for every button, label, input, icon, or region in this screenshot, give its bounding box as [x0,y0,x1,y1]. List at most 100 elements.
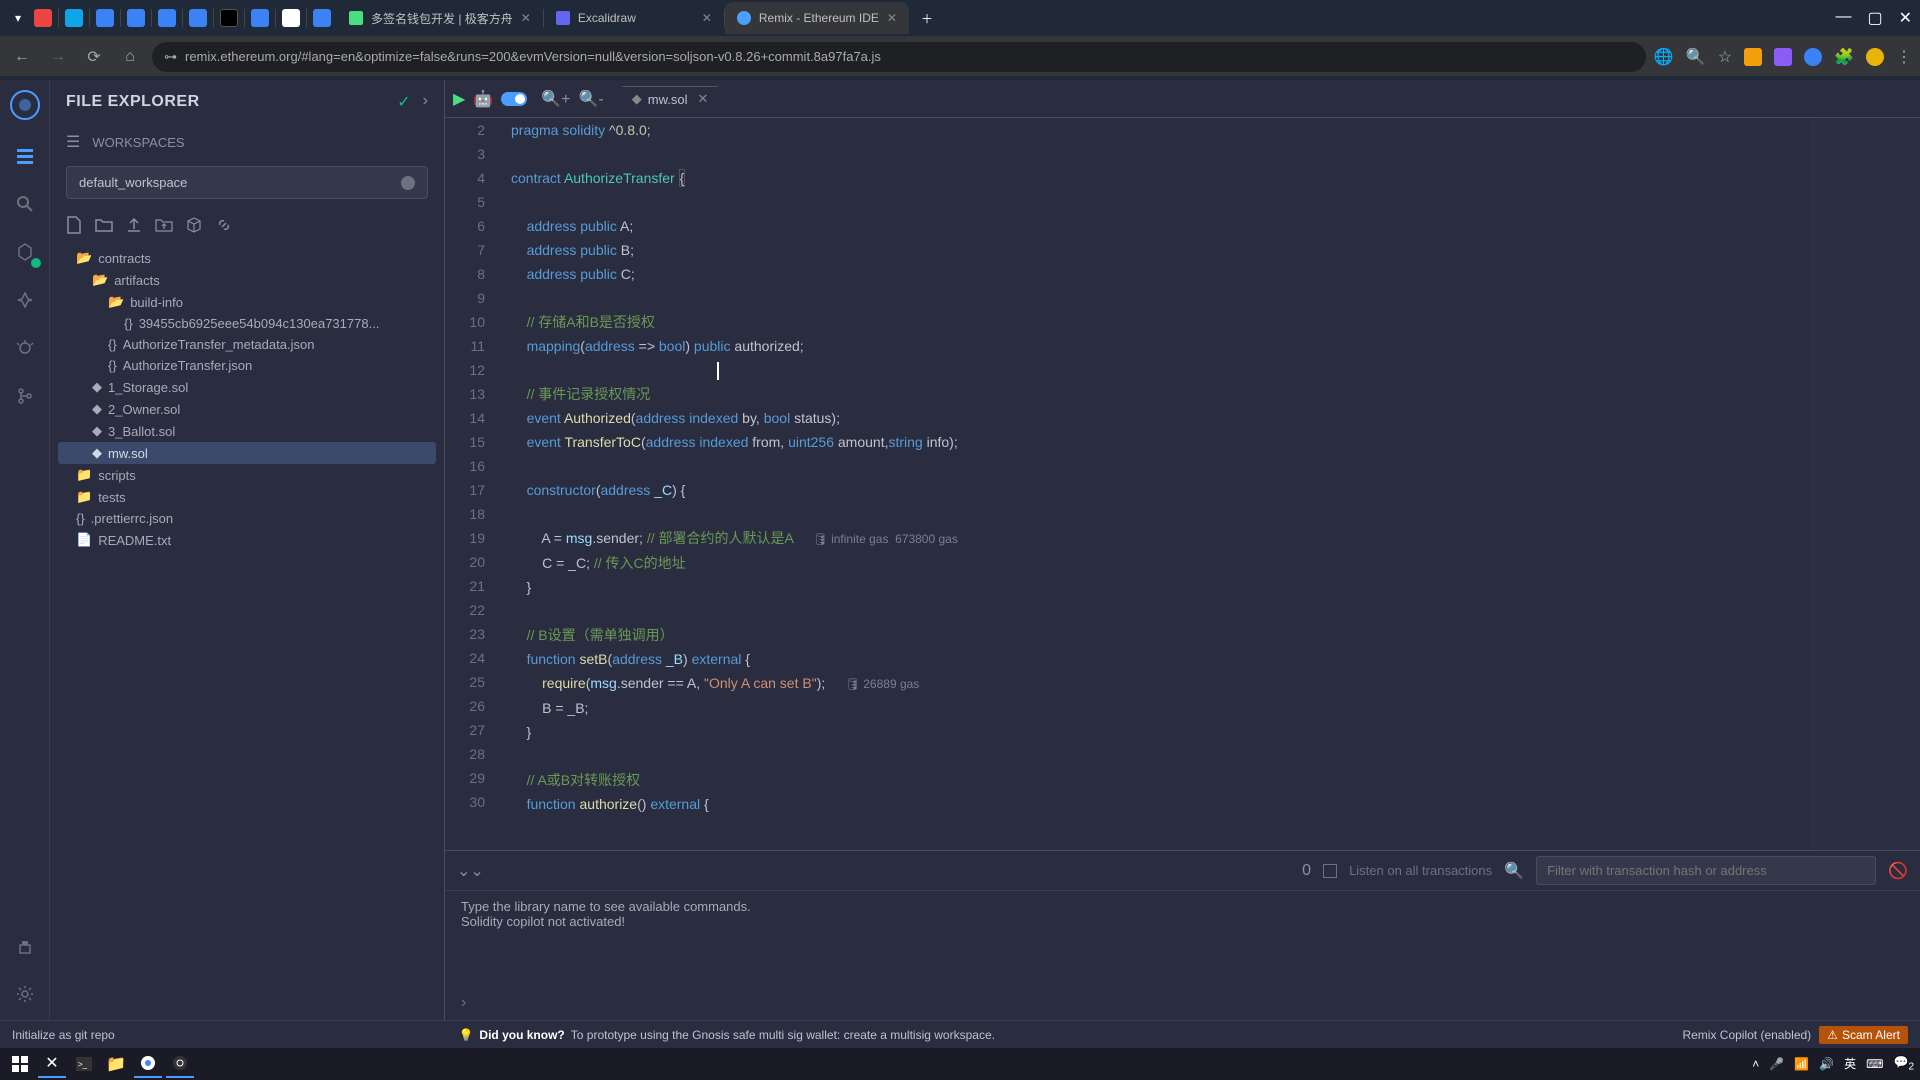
search-rail-icon[interactable] [11,190,39,218]
ext-icon-1[interactable] [1744,48,1762,66]
file-explorer-icon[interactable] [11,142,39,170]
cube-icon[interactable] [184,215,204,235]
plugin-icon[interactable] [11,934,39,962]
minimap[interactable] [1810,118,1920,850]
folder-scripts[interactable]: 📁scripts [58,464,436,486]
pinned-ext-10[interactable] [313,9,331,27]
ext-icon-2[interactable] [1774,48,1792,66]
collapse-terminal-icon[interactable]: ⌄⌄ [457,861,484,881]
editor-tab-mw[interactable]: ◆ mw.sol ✕ [622,86,719,111]
terminal-prompt[interactable]: › [445,986,1920,1020]
file-prettier[interactable]: {}.prettierrc.json [58,508,436,529]
window-minimize-icon[interactable]: ― [1835,8,1851,28]
start-button[interactable] [6,1050,34,1078]
folder-tests[interactable]: 📁tests [58,486,436,508]
zoom-in-icon[interactable]: 🔍+ [541,89,570,109]
new-folder-icon[interactable] [94,215,114,235]
url-input[interactable]: ⊶ remix.ethereum.org/#lang=en&optimize=f… [152,42,1646,72]
close-icon[interactable]: ✕ [887,11,897,25]
block-icon[interactable]: 🚫 [1888,861,1908,881]
notifications-icon[interactable]: 💬2 [1893,1055,1914,1072]
browser-tab-1[interactable]: 多签名钱包开发 | 极客方舟 ✕ [337,2,543,34]
taskbar-terminal[interactable]: >_ [70,1050,98,1078]
workspace-select[interactable]: default_workspace [66,166,428,199]
nav-forward-button[interactable]: → [44,43,72,71]
nav-home-button[interactable]: ⌂ [116,43,144,71]
translate-icon[interactable]: 🌐 [1654,47,1674,67]
chrome-menu-icon[interactable]: ⋮ [1896,47,1912,67]
compiler-icon[interactable] [11,238,39,266]
pinned-ext-6[interactable] [189,9,207,27]
pinned-ext-5[interactable] [158,9,176,27]
window-close-icon[interactable]: ✕ [1899,8,1912,28]
file-metadata-json[interactable]: {}AuthorizeTransfer_metadata.json [58,334,436,355]
new-file-icon[interactable] [64,215,84,235]
file-storage-sol[interactable]: ◆1_Storage.sol [58,376,436,398]
robot-icon[interactable]: 🤖 [473,89,493,109]
chevron-right-icon[interactable]: › [423,92,428,112]
copilot-toggle[interactable] [501,92,527,106]
link-icon[interactable] [214,215,234,235]
debugger-icon[interactable] [11,334,39,362]
taskbar-chrome[interactable] [134,1050,162,1078]
file-transfer-json[interactable]: {}AuthorizeTransfer.json [58,355,436,376]
pinned-ext-1[interactable] [34,9,52,27]
taskbar-app-1[interactable]: ✕ [38,1050,66,1078]
pinned-ext-8[interactable] [251,9,269,27]
site-info-icon[interactable]: ⊶ [164,49,177,65]
check-icon[interactable]: ✓ [397,92,410,112]
upload-icon[interactable] [124,215,144,235]
folder-contracts[interactable]: 📂contracts [58,247,436,269]
git-status[interactable]: Initialize as git repo [12,1028,115,1042]
pinned-ext-7[interactable] [220,9,238,27]
browser-tab-2[interactable]: Excalidraw ✕ [544,2,724,34]
folder-build-info[interactable]: 📂build-info [58,291,436,313]
taskbar-obs[interactable] [166,1050,194,1078]
ime-indicator[interactable]: 英 [1844,1055,1856,1072]
close-icon[interactable]: ✕ [697,91,708,107]
terminal-filter-input[interactable] [1536,856,1876,885]
listen-checkbox[interactable] [1323,864,1337,878]
wifi-icon[interactable]: 📶 [1794,1057,1809,1071]
copilot-status[interactable]: Remix Copilot (enabled) [1682,1028,1811,1042]
search-terminal-icon[interactable]: 🔍 [1504,861,1524,881]
code-content[interactable]: pragma solidity ^0.8.0; contract Authori… [501,118,1810,850]
scam-alert-badge[interactable]: ⚠ Scam Alert [1819,1026,1908,1044]
zoom-out-icon[interactable]: 🔍- [579,89,604,109]
close-icon[interactable]: ✕ [702,11,712,25]
pinned-ext-9[interactable] [282,9,300,27]
volume-icon[interactable]: 🔊 [1819,1057,1834,1071]
browser-tab-3[interactable]: Remix - Ethereum IDE ✕ [725,2,909,34]
ext-icon-3[interactable] [1804,48,1822,66]
file-readme[interactable]: 📄README.txt [58,529,436,551]
nav-reload-button[interactable]: ⟳ [80,43,108,71]
microphone-icon[interactable]: 🎤 [1769,1057,1784,1071]
profile-avatar[interactable] [1866,48,1884,66]
file-ballot-sol[interactable]: ◆3_Ballot.sol [58,420,436,442]
pinned-ext-4[interactable] [127,9,145,27]
pinned-ext-2[interactable] [65,9,83,27]
zoom-icon[interactable]: 🔍 [1686,47,1706,67]
nav-back-button[interactable]: ← [8,43,36,71]
extensions-icon[interactable]: 🧩 [1834,47,1854,67]
bookmark-icon[interactable]: ☆ [1718,47,1732,67]
remix-logo-icon[interactable] [8,88,42,122]
hamburger-icon[interactable]: ☰ [66,132,80,152]
taskbar-explorer[interactable]: 📁 [102,1050,130,1078]
git-icon[interactable] [11,382,39,410]
window-maximize-icon[interactable]: ▢ [1867,8,1882,28]
tab-search-icon[interactable]: ▾ [8,8,28,28]
settings-gear-icon[interactable] [11,980,39,1008]
run-button[interactable]: ▶ [453,89,465,109]
file-owner-sol[interactable]: ◆2_Owner.sol [58,398,436,420]
upload-folder-icon[interactable] [154,215,174,235]
tray-expand-icon[interactable]: ˄ [1752,1057,1759,1071]
pinned-ext-3[interactable] [96,9,114,27]
folder-artifacts[interactable]: 📂artifacts [58,269,436,291]
keyboard-icon[interactable]: ⌨ [1866,1057,1883,1071]
close-icon[interactable]: ✕ [521,11,531,25]
new-tab-button[interactable]: ＋ [917,8,937,28]
file-hash-json[interactable]: {}39455cb6925eee54b094c130ea731778... [58,313,436,334]
deploy-icon[interactable] [11,286,39,314]
file-mw-sol[interactable]: ◆mw.sol [58,442,436,464]
